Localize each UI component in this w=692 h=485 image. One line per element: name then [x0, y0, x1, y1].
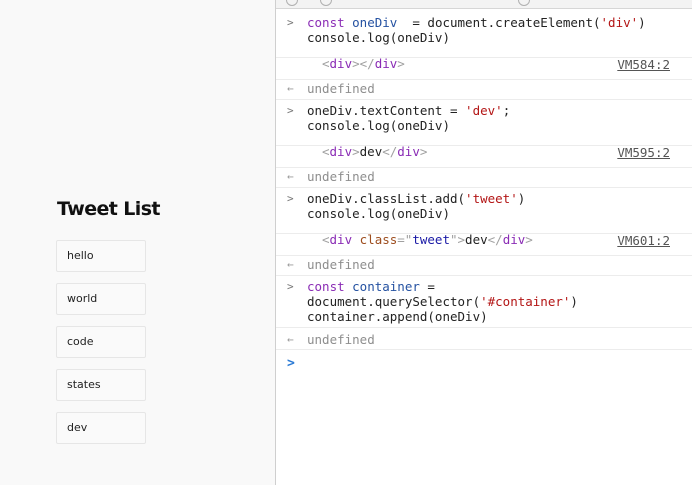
source-link[interactable]: VM595:2: [617, 145, 670, 160]
console-input-row: > oneDiv.textContent = 'dev'; console.log(…: [276, 100, 692, 146]
console-line: undefined: [307, 169, 375, 184]
devtools-toolbar: [276, 0, 692, 9]
tweet-item: dev: [56, 412, 146, 444]
console-return-row: ← undefined: [276, 256, 692, 276]
tweet-item: hello: [56, 240, 146, 272]
return-arrow-icon: ←: [287, 82, 294, 95]
console-input-row: > const container = document.querySelector…: [276, 276, 692, 328]
console-input-row: > oneDiv.classList.add('tweet') console.lo…: [276, 188, 692, 234]
console-log-row: <div>dev</div> VM595:2: [276, 144, 692, 168]
tweet-item: world: [56, 283, 146, 315]
console-return-row: ← undefined: [276, 328, 692, 350]
console-line: console.log(oneDiv): [307, 206, 450, 221]
clear-console-icon[interactable]: [286, 0, 298, 6]
console-line: <div class="tweet">dev</div>: [322, 232, 533, 247]
console-log-row: <div class="tweet">dev</div> VM601:2: [276, 232, 692, 256]
console-prompt[interactable]: >: [287, 356, 295, 371]
source-link[interactable]: VM584:2: [617, 57, 670, 72]
input-chevron-icon: >: [287, 16, 294, 29]
console-line: <div></div>: [322, 56, 405, 71]
console-line: undefined: [307, 332, 375, 347]
console-return-row: ← undefined: [276, 80, 692, 100]
return-arrow-icon: ←: [287, 170, 294, 183]
console-line: console.log(oneDiv): [307, 118, 450, 133]
settings-icon[interactable]: [518, 0, 530, 6]
input-chevron-icon: >: [287, 104, 294, 117]
input-chevron-icon: >: [287, 192, 294, 205]
devtools-console[interactable]: > const oneDiv = document.createElement('…: [275, 0, 692, 485]
tweet-item: code: [56, 326, 146, 358]
console-input-row: > const oneDiv = document.createElement('…: [276, 10, 692, 58]
page-preview: Tweet List hello world code states dev: [0, 0, 276, 485]
console-line: oneDiv.textContent = 'dev';: [307, 103, 511, 118]
console-line: <div>dev</div>: [322, 144, 428, 159]
console-line: const container =: [307, 279, 435, 294]
block-icon[interactable]: [320, 0, 332, 6]
console-line: console.log(oneDiv): [307, 30, 450, 45]
return-arrow-icon: ←: [287, 258, 294, 271]
console-line: document.querySelector('#container'): [307, 294, 578, 309]
input-chevron-icon: >: [287, 280, 294, 293]
console-log-row: <div></div> VM584:2: [276, 56, 692, 80]
return-arrow-icon: ←: [287, 333, 294, 346]
console-line: container.append(oneDiv): [307, 309, 488, 324]
console-line: const oneDiv = document.createElement('d…: [307, 15, 646, 30]
tweet-item: states: [56, 369, 146, 401]
source-link[interactable]: VM601:2: [617, 233, 670, 248]
console-line: oneDiv.classList.add('tweet'): [307, 191, 526, 206]
console-line: undefined: [307, 81, 375, 96]
page-title: Tweet List: [57, 198, 161, 220]
console-return-row: ← undefined: [276, 168, 692, 188]
console-line: undefined: [307, 257, 375, 272]
